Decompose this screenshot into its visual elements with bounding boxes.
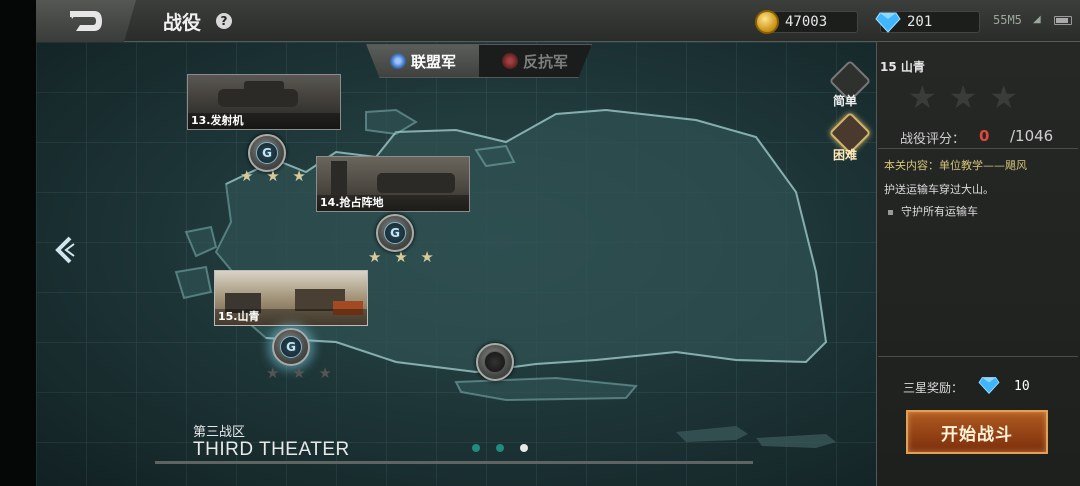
mission-node-icon: G	[384, 222, 406, 244]
back-arrow-icon	[70, 11, 102, 31]
gem-amount: 201	[907, 14, 933, 30]
tab-alliance[interactable]: 联盟军	[367, 45, 479, 77]
diamond-icon	[875, 12, 901, 33]
mission-15-stars: ★ ★ ★	[266, 364, 336, 382]
resistance-emblem-icon	[501, 53, 518, 69]
wifi-icon: ◢	[1033, 14, 1041, 25]
coin-balance[interactable]: 47003	[755, 10, 858, 34]
pager-dot-active[interactable]	[520, 444, 528, 452]
theater-name-cn: 第三战区	[193, 425, 246, 440]
network-status: 55M5	[993, 13, 1022, 27]
mission-14-stars: ★ ★ ★	[368, 248, 438, 266]
mission-15-node[interactable]: G	[272, 328, 310, 366]
mission-13-stars: ★ ★ ★	[240, 167, 310, 185]
coin-amount: 47003	[785, 14, 828, 30]
gem-balance[interactable]: 201	[875, 11, 980, 33]
tab-alliance-label: 联盟军	[410, 52, 456, 71]
faction-tabs: 联盟军 反抗军	[366, 44, 592, 78]
score-label: 战役评分：	[900, 132, 966, 147]
alliance-emblem-icon	[389, 53, 406, 69]
difficulty-hard-label: 困难	[833, 148, 858, 162]
theater-divider	[155, 461, 753, 464]
mission-node-icon: G	[280, 336, 302, 358]
score-max: /1046	[1010, 127, 1054, 145]
battery-icon	[1054, 16, 1072, 25]
pager-dot[interactable]	[472, 444, 480, 452]
theater-pager	[472, 444, 528, 452]
mission-14-card[interactable]: 14.抢占阵地	[316, 156, 470, 212]
mission-13-card[interactable]: 13.发射机	[187, 74, 341, 130]
campaign-map[interactable]	[36, 42, 876, 486]
mission-14-label: 14.抢占阵地	[317, 195, 469, 211]
panel-divider	[878, 148, 1078, 149]
page-title: 战役	[163, 12, 202, 34]
pager-dot[interactable]	[496, 444, 504, 452]
tab-resistance[interactable]: 反抗军	[479, 45, 591, 77]
mission-15-label: 15.山青	[215, 309, 367, 325]
help-icon[interactable]: ?	[216, 13, 232, 29]
mission-content: 本关内容：单位教学——飓风	[884, 159, 1027, 172]
coin-icon	[755, 10, 779, 34]
diamond-icon	[978, 377, 1000, 394]
bullet-icon	[888, 209, 893, 215]
score-value: 0	[979, 127, 990, 145]
mission-title: 15 山青	[880, 60, 925, 74]
mission-15-card[interactable]: 15.山青	[214, 270, 368, 326]
mission-star-rating: ★★★	[908, 78, 1031, 116]
start-battle-button[interactable]: 开始战斗	[906, 410, 1048, 454]
map-landmass	[174, 108, 836, 448]
locked-mission-node[interactable]	[476, 343, 514, 381]
mission-13-label: 13.发射机	[188, 113, 340, 129]
difficulty-easy-label: 简单	[833, 94, 858, 108]
previous-theater-arrow-icon[interactable]	[52, 236, 76, 264]
objective-text: 守护所有运输车	[901, 205, 978, 218]
objective-item: 守护所有运输车	[888, 203, 978, 219]
mission-14-node[interactable]: G	[376, 214, 414, 252]
tab-resistance-label: 反抗军	[522, 52, 568, 71]
mission-node-icon: G	[256, 142, 278, 164]
reward-amount: 10	[1014, 379, 1030, 394]
back-button[interactable]	[36, 0, 136, 42]
panel-divider	[878, 356, 1078, 357]
screen-edge	[0, 0, 36, 486]
theater-name-en: THIRD THEATER	[193, 439, 350, 460]
three-star-reward-label: 三星奖励：	[903, 381, 964, 395]
objective-description: 护送运输车穿过大山。	[884, 183, 994, 196]
locked-node-icon	[484, 351, 506, 373]
